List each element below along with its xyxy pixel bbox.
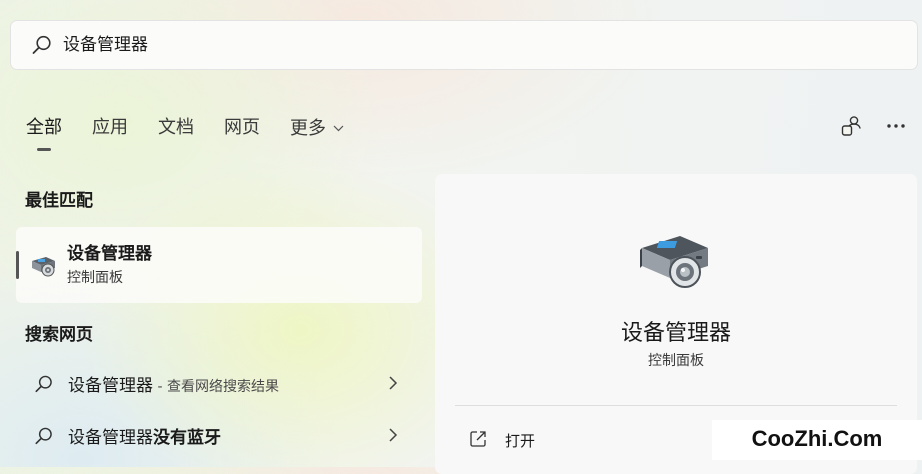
suggestion-text: 设备管理器 - 查看网络搜索结果 [68,371,279,396]
tab-web[interactable]: 网页 [224,114,260,142]
open-label: 打开 [505,432,536,450]
divider [455,405,897,406]
best-match-heading: 最佳匹配 [25,191,93,211]
tab-label: 文档 [158,117,194,138]
tab-label: 更多 [290,118,326,139]
best-match-result[interactable]: 设备管理器 控制面板 [16,227,422,303]
search-icon [34,426,54,450]
result-title: 设备管理器 [67,244,152,264]
chevron-down-icon [329,121,344,135]
web-search-suggestion[interactable]: 设备管理器没有蓝牙 [16,413,422,457]
web-search-heading: 搜索网页 [25,325,93,345]
tab-more[interactable]: 更多 [290,114,344,142]
tab-label: 网页 [224,117,260,138]
tab-apps[interactable]: 应用 [92,114,128,142]
device-manager-icon [636,226,712,296]
suggestion-query: 设备管理器 [68,428,153,448]
suggestion-query: 设备管理器 [68,376,153,396]
suggestion-suffix: - 查看网络搜索结果 [153,379,279,395]
search-icon [34,374,54,398]
search-icon [31,34,53,60]
search-box[interactable] [10,20,918,70]
device-manager-icon [29,253,57,283]
search-input[interactable] [63,21,863,69]
chevron-right-icon [388,427,398,447]
filter-tabs: 全部 应用 文档 网页 更多 [26,114,374,151]
tab-all[interactable]: 全部 [26,114,62,151]
result-subtitle: 控制面板 [67,270,123,286]
watermark: CooZhi.Com [712,420,922,460]
chevron-right-icon [388,375,398,395]
preview-title: 设备管理器 [620,321,731,346]
more-options-icon[interactable] [886,114,908,142]
account-switch-icon[interactable] [840,114,864,142]
preview-subtitle: 控制面板 [648,353,704,369]
suggestion-bold-suffix: 没有蓝牙 [153,428,221,448]
tab-documents[interactable]: 文档 [158,114,194,142]
tab-label: 全部 [26,117,62,138]
suggestion-text: 设备管理器没有蓝牙 [68,423,221,448]
selection-indicator [16,251,19,279]
tab-label: 应用 [92,117,128,138]
web-search-suggestion[interactable]: 设备管理器 - 查看网络搜索结果 [16,361,422,405]
open-external-icon [469,430,487,452]
